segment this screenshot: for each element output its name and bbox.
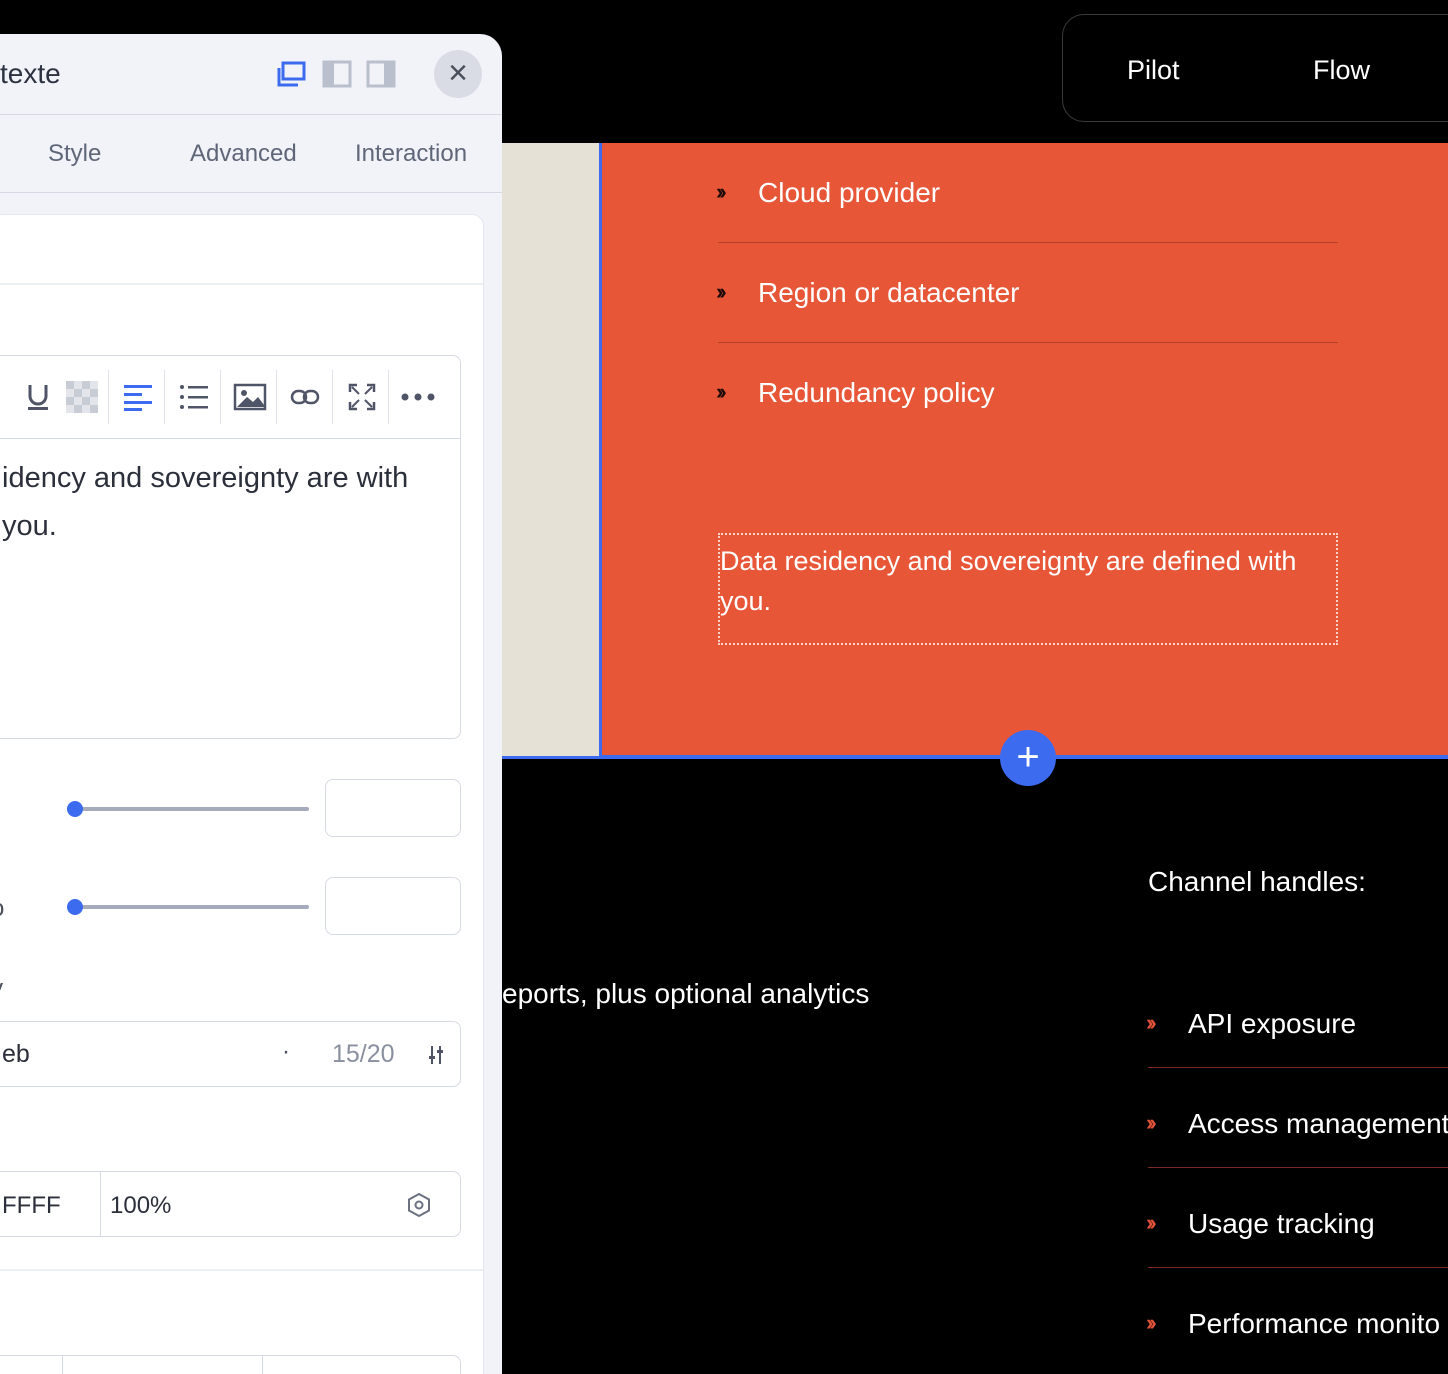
slider-value-input[interactable] <box>325 877 461 935</box>
tab-style[interactable]: Style <box>48 140 101 168</box>
list-item[interactable]: ›› Cloud provider <box>716 143 1338 243</box>
feature-list: ›› Cloud provider ›› Region or datacente… <box>716 143 1338 443</box>
orange-section[interactable]: ›› Cloud provider ›› Region or datacente… <box>599 143 1448 759</box>
settings-card: idency and sovereignty are with you. o y… <box>0 214 484 1374</box>
list-item[interactable]: ›› Access management <box>1146 1068 1448 1168</box>
transparent-background-icon[interactable] <box>66 378 98 416</box>
dock-right-icon[interactable] <box>366 60 396 88</box>
divider <box>276 370 277 424</box>
divider <box>388 370 389 424</box>
editor-content[interactable]: idency and sovereignty are with you. <box>2 454 442 550</box>
list-item-text: API exposure <box>1188 1008 1357 1039</box>
nav-item-flow[interactable]: Flow <box>1313 55 1370 86</box>
beige-column <box>502 143 599 757</box>
channel-title: Channel handles: <box>1148 866 1366 897</box>
panel-header: texte × <box>0 34 502 115</box>
color-picker-field[interactable]: FFFF 100% <box>0 1171 461 1237</box>
color-swatch-icon[interactable] <box>406 1192 432 1223</box>
add-section-button[interactable]: + <box>1000 730 1056 786</box>
divider <box>0 1269 483 1271</box>
field-label: y <box>0 975 3 1003</box>
slider-thumb[interactable] <box>67 801 83 817</box>
divider <box>220 370 221 424</box>
color-opacity-value[interactable]: 100% <box>110 1192 171 1220</box>
editor-toolbar <box>0 356 460 439</box>
double-chevron-icon: ›› <box>1146 1110 1156 1135</box>
list-item[interactable]: ›› Performance monito <box>1146 1268 1448 1368</box>
separator-dot: · <box>282 1038 290 1065</box>
divider <box>108 370 109 424</box>
divider <box>164 370 165 424</box>
double-chevron-icon: ›› <box>716 379 726 404</box>
section-selection-line <box>502 756 599 759</box>
field-label: o <box>0 895 4 923</box>
tab-interaction[interactable]: Interaction <box>355 140 467 168</box>
slider-thumb[interactable] <box>67 899 83 915</box>
fullscreen-icon[interactable] <box>346 378 378 416</box>
double-chevron-icon: ›› <box>1146 1010 1156 1035</box>
list-item-text: Access management <box>1188 1108 1448 1139</box>
tab-advanced[interactable]: Advanced <box>190 140 297 168</box>
divider <box>62 1356 63 1374</box>
list-item[interactable]: ›› Region or datacenter <box>716 243 1338 343</box>
divider <box>262 1356 263 1374</box>
image-icon[interactable] <box>232 378 268 416</box>
list-item-text: Usage tracking <box>1188 1208 1375 1239</box>
double-chevron-icon: ›› <box>716 179 726 204</box>
adjustments-icon[interactable] <box>428 1044 444 1071</box>
divider <box>332 370 333 424</box>
list-item-text: Performance monito <box>1188 1308 1441 1339</box>
typography-select[interactable]: eb · 15/20 <box>0 1021 461 1087</box>
color-hex-value[interactable]: FFFF <box>2 1192 61 1220</box>
panel-title: texte <box>0 58 61 89</box>
more-options-icon[interactable] <box>400 378 436 416</box>
slider-value-input[interactable] <box>325 779 461 837</box>
rich-text-editor[interactable]: idency and sovereignty are with you. <box>0 355 461 739</box>
list-item-text: Cloud provider <box>758 177 941 208</box>
font-family-value: eb <box>2 1040 30 1068</box>
nav-item-pilot[interactable]: Pilot <box>1127 55 1180 86</box>
selected-text-block[interactable]: Data residency and sovereignty are defin… <box>718 533 1338 645</box>
close-panel-button[interactable]: × <box>434 50 482 98</box>
divider <box>100 1172 101 1236</box>
slider-track[interactable] <box>75 807 309 811</box>
font-weight-counter: 15/20 <box>332 1040 395 1068</box>
list-icon[interactable] <box>178 378 210 416</box>
divider <box>0 283 483 285</box>
slider-track[interactable] <box>75 905 309 909</box>
align-left-icon[interactable] <box>122 378 154 416</box>
double-chevron-icon: ›› <box>1146 1210 1156 1235</box>
double-chevron-icon: ›› <box>716 279 726 304</box>
link-icon[interactable] <box>288 378 322 416</box>
top-nav: Pilot Flow <box>1062 14 1448 122</box>
editor-panel: texte × Style Advanced Interaction idenc… <box>0 34 502 1374</box>
list-item-text: Region or datacenter <box>758 277 1020 308</box>
list-item[interactable]: ›› API exposure <box>1146 968 1448 1068</box>
list-item[interactable]: ›› Usage tracking <box>1146 1168 1448 1268</box>
list-item[interactable]: ›› Redundancy policy <box>716 343 1338 443</box>
double-chevron-icon: ›› <box>1146 1310 1156 1335</box>
segmented-control[interactable] <box>0 1355 461 1374</box>
reports-text: eports, plus optional analytics <box>502 978 870 1009</box>
underline-icon[interactable] <box>22 378 54 416</box>
popout-window-icon[interactable] <box>276 60 306 88</box>
dock-left-icon[interactable] <box>322 60 352 88</box>
panel-tabs: Style Advanced Interaction <box>0 116 502 193</box>
list-item-text: Redundancy policy <box>758 377 995 408</box>
channel-list: ›› API exposure ›› Access management ›› … <box>1146 968 1448 1368</box>
